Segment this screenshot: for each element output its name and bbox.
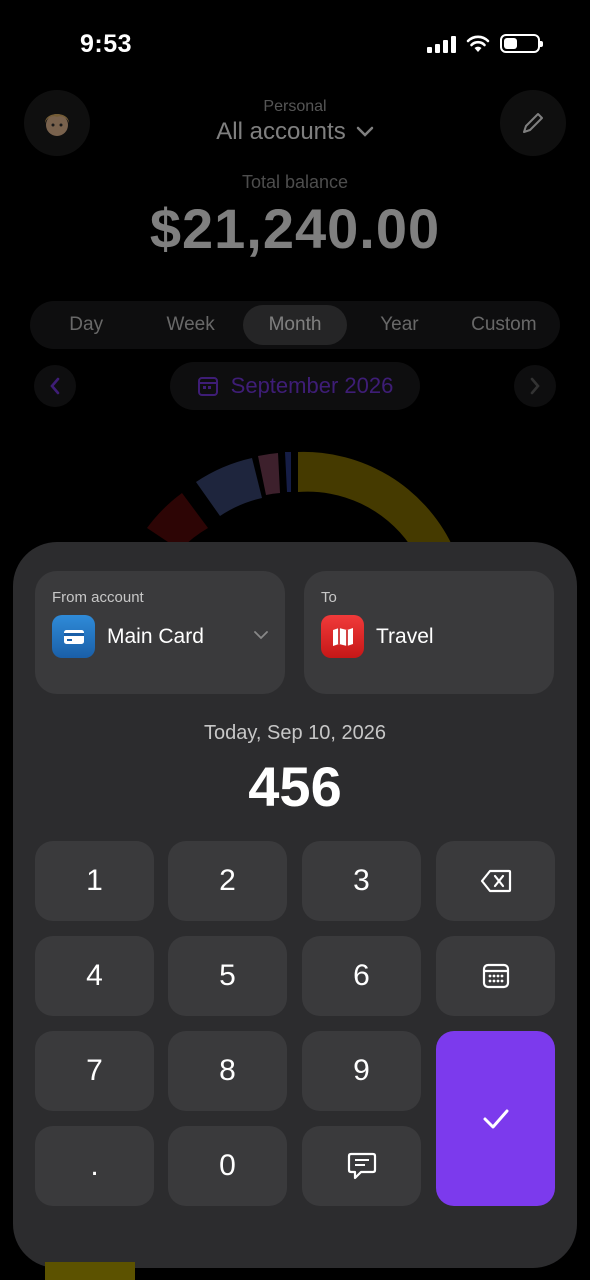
edit-button[interactable] [500,90,566,156]
amount-display: 456 [248,755,342,818]
tab-custom[interactable]: Custom [452,305,556,345]
from-account-selector[interactable]: From account Main Card [35,571,285,694]
tab-day[interactable]: Day [34,305,138,345]
pencil-icon [523,113,543,133]
backspace-icon [480,869,511,893]
key-1[interactable]: 1 [35,841,154,921]
transaction-date[interactable]: Today, Sep 10, 2026 [13,722,577,745]
date-range-chip[interactable]: September 2026 [170,362,420,410]
chevron-down-icon [356,126,373,137]
to-account-label: To [321,589,337,606]
date-range-label: September 2026 [230,373,394,398]
next-period-button[interactable] [514,365,556,407]
tab-week[interactable]: Week [138,305,242,345]
chevron-right-icon [530,377,540,395]
key-decimal[interactable]: . [35,1126,154,1206]
background-content-peek [45,1262,135,1280]
status-bar: 9:53 [0,0,590,90]
card-icon [52,615,95,658]
calendar-icon [197,377,218,396]
key-4[interactable]: 4 [35,936,154,1016]
period-tabs: Day Week Month Year Custom [30,301,560,349]
checkmark-icon [483,1109,508,1128]
key-8[interactable]: 8 [168,1031,287,1111]
key-9[interactable]: 9 [302,1031,421,1111]
battery-icon [500,34,543,53]
donut-segment [196,458,262,516]
confirm-button[interactable] [436,1031,555,1206]
donut-segment [285,451,291,492]
chevron-left-icon [50,377,60,395]
tab-year[interactable]: Year [347,305,451,345]
transfer-sheet: From account Main Card To Travel Today, … [13,542,577,1268]
balance-value: $21,240.00 [149,197,441,260]
from-account-name: Main Card [107,624,204,648]
comment-icon [347,1152,376,1180]
key-3[interactable]: 3 [302,841,421,921]
backspace-button[interactable] [436,841,555,921]
account-selector-label: All accounts [216,118,346,145]
tab-month[interactable]: Month [242,305,348,345]
donut-segment [258,453,280,495]
key-2[interactable]: 2 [168,841,287,921]
status-icons [427,34,543,53]
calendar-icon [482,963,509,989]
status-time: 9:53 [80,30,133,58]
chevron-down-icon [254,631,268,640]
add-note-button[interactable] [302,1126,421,1206]
map-icon [321,615,364,658]
key-5[interactable]: 5 [168,936,287,1016]
key-7[interactable]: 7 [35,1031,154,1111]
to-account-name: Travel [376,624,434,648]
cellular-signal-icon [427,35,456,53]
donut-segment [298,451,452,545]
previous-period-button[interactable] [34,365,76,407]
date-picker-button[interactable] [436,936,555,1016]
wifi-icon [466,35,490,52]
key-6[interactable]: 6 [302,936,421,1016]
to-account-selector[interactable]: To Travel [304,571,554,694]
balance-label: Total balance [241,172,349,192]
spending-donut-chart [147,451,452,550]
key-0[interactable]: 0 [168,1126,287,1206]
from-account-label: From account [52,589,144,606]
